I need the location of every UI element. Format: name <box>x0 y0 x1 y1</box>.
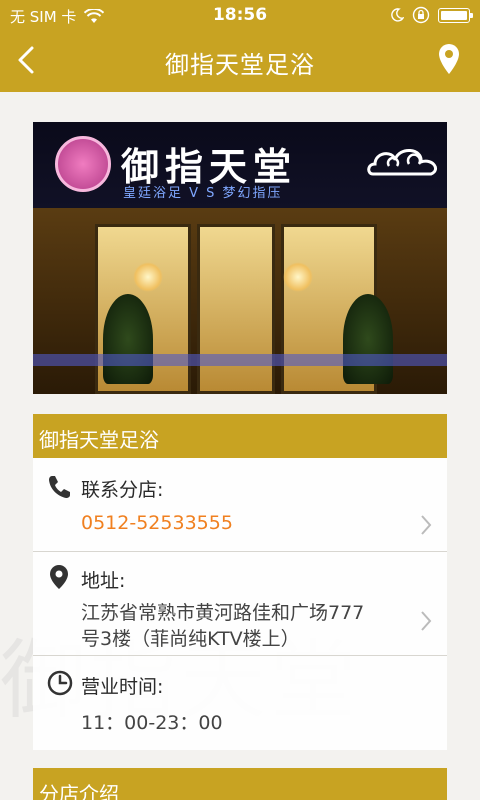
clock-icon <box>47 670 73 696</box>
chevron-right-icon <box>421 611 432 631</box>
app-header: 无 SIM 卡 18:56 御指天堂足浴 <box>0 0 480 92</box>
branch-intro-header: 分店介绍 <box>33 768 447 800</box>
sign-subtitle: 皇廷浴足 V S 梦幻指压 <box>123 186 283 201</box>
address-label: 地址: <box>81 570 126 592</box>
nav-bar: 御指天堂足浴 <box>0 30 480 92</box>
moon-icon <box>391 8 404 22</box>
glass-stripe <box>33 354 447 366</box>
location-pin-icon <box>50 565 68 589</box>
status-right <box>390 6 473 24</box>
address-row[interactable]: 地址: 江苏省常熟市黄河路佳和广场777 号3楼（菲尚纯KTV楼上） <box>33 552 447 656</box>
business-hours: 11：00-23：00 <box>81 712 223 734</box>
store-info-title: 御指天堂足浴 <box>39 428 159 452</box>
phone-number[interactable]: 0512-52533555 <box>81 512 233 534</box>
store-info-header: 御指天堂足浴 <box>33 414 447 458</box>
contact-label: 联系分店: <box>81 479 164 501</box>
location-pin-icon[interactable] <box>436 42 462 78</box>
hours-label: 营业时间: <box>81 676 164 698</box>
address-line-1: 江苏省常熟市黄河路佳和广场777 <box>81 602 365 624</box>
store-door-center <box>197 224 275 394</box>
store-photo: 御指天堂 皇廷浴足 V S 梦幻指压 <box>33 122 447 394</box>
battery-icon <box>438 7 473 23</box>
phone-icon <box>49 476 70 498</box>
page-title: 御指天堂足浴 <box>165 51 315 79</box>
sign-logo-badge <box>55 136 111 192</box>
chandelier-light <box>133 262 163 292</box>
potted-plant <box>103 294 153 384</box>
address-line-2: 号3楼（菲尚纯KTV楼上） <box>81 628 300 650</box>
contact-row[interactable]: 联系分店: 0512-52533555 <box>33 458 447 552</box>
status-bar: 无 SIM 卡 18:56 <box>0 0 480 30</box>
store-sign: 御指天堂 皇廷浴足 V S 梦幻指压 <box>33 122 447 208</box>
store-info-card: 联系分店: 0512-52533555 地址: 江苏省常熟市黄河路佳和广场777… <box>33 458 447 750</box>
hours-row: 营业时间: 11：00-23：00 <box>33 656 447 750</box>
rotation-lock-icon <box>412 6 430 24</box>
chandelier-light <box>283 262 313 292</box>
chevron-right-icon <box>421 515 432 535</box>
cloud-ornament <box>367 149 437 176</box>
potted-plant <box>343 294 393 384</box>
branch-intro-title: 分店介绍 <box>39 782 119 800</box>
